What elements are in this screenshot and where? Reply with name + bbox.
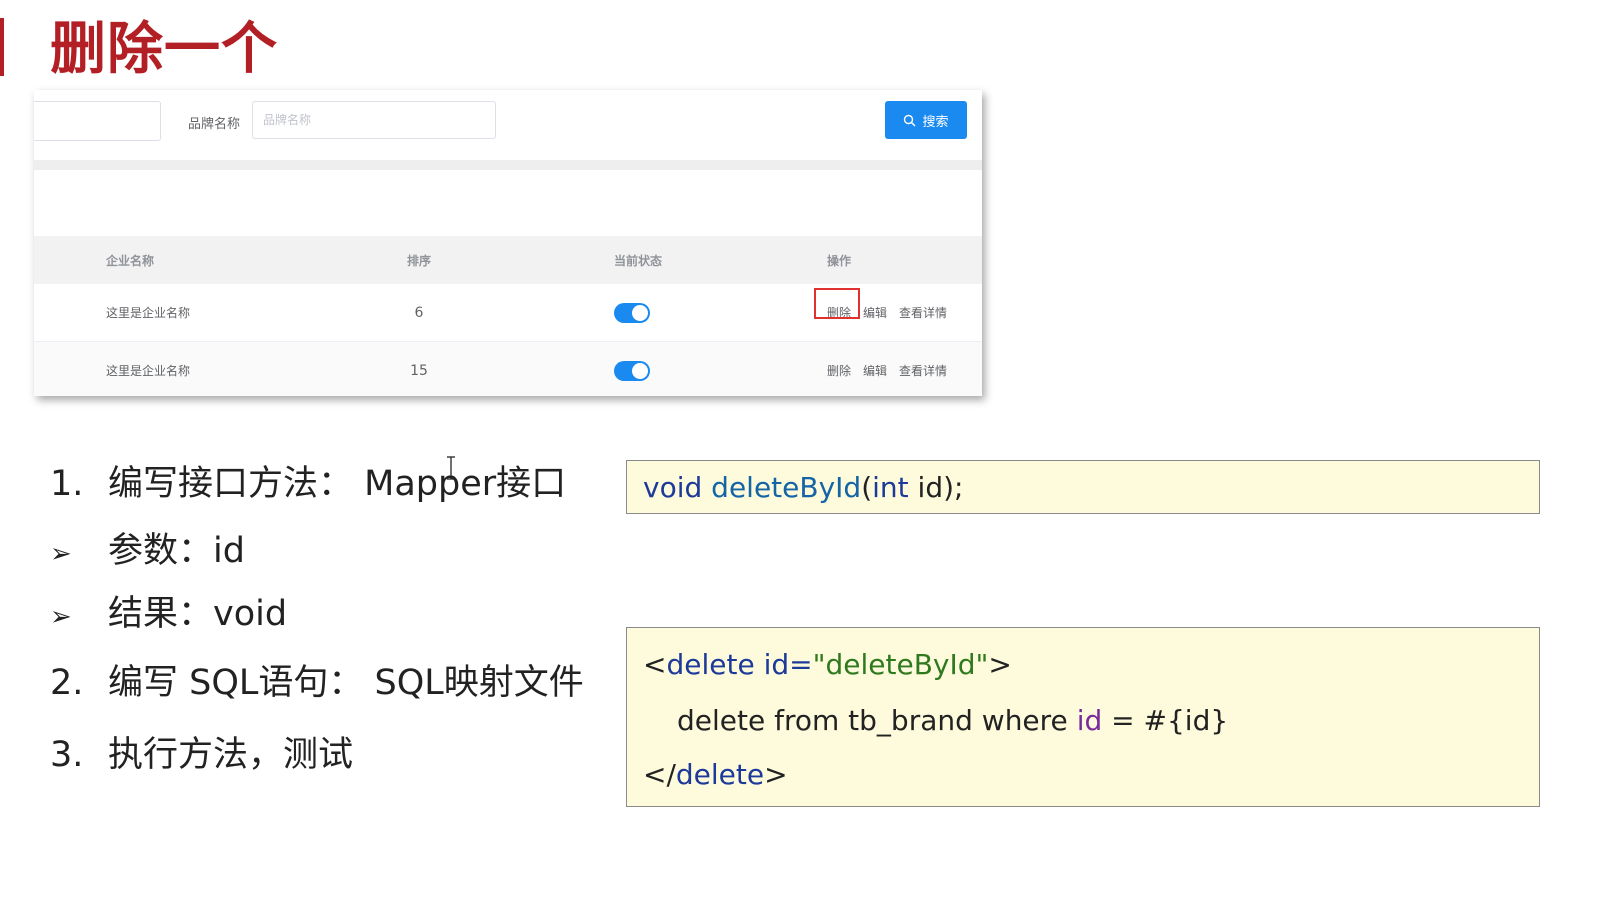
code-punct: < [643,648,667,681]
status-toggle[interactable] [614,302,650,323]
step-item: 2. 编写 SQL语句： SQL映射文件 [50,659,584,707]
view-details-link[interactable]: 查看详情 [899,304,947,321]
step-number: 3. [50,735,84,775]
code-keyword: void [643,470,703,504]
code-string: "deleteById" [812,648,989,681]
header-sort: 排序 [406,253,431,268]
code-method-name: deleteById [711,470,862,504]
step-text: 结果：void [108,594,288,634]
sort-cell: 15 [410,362,428,379]
header-operations: 操作 [827,253,852,268]
brand-management-app: 品牌名称 搜索 企业名称 排序 当前状态 操作 这里是企业名称 6 删除 [34,90,982,396]
search-form: 品牌名称 搜索 [34,90,982,160]
brand-name-label: 品牌名称 [188,117,241,132]
title-accent-bar [0,18,4,76]
code-keyword: int [872,470,909,504]
code-line: <delete id="deleteById"> [643,648,1012,681]
operations-cell: 删除 编辑 查看详情 [827,342,947,396]
code-tag: delete [675,758,765,791]
sql-mapping-code: <delete id="deleteById"> delete from tb_… [626,627,1540,807]
table-row: 这里是企业名称 15 删除 编辑 查看详情 [34,342,982,396]
brand-table: 企业名称 排序 当前状态 操作 这里是企业名称 6 删除 编辑 查看详情 这里是… [34,236,982,396]
delete-link[interactable]: 删除 [827,362,851,379]
step-number: 1. [50,464,84,504]
search-button-label: 搜索 [922,114,949,130]
code-punct: > [764,758,788,791]
step-number: 2. [50,663,84,703]
table-row: 这里是企业名称 6 删除 编辑 查看详情 [34,284,982,342]
code-tag: delete [666,648,755,681]
code-line: delete from tb_brand where id = #{id} [677,704,1228,737]
step-text: 参数：id [108,531,245,571]
step-item: ➢ 参数：id [50,527,245,578]
sort-cell: 6 [414,304,424,321]
toggle-knob [632,304,648,321]
slide-title: 删除一个 [50,17,278,82]
arrow-bullet-icon: ➢ [50,602,72,632]
arrow-bullet-icon: ➢ [50,539,72,569]
company-name-cell: 这里是企业名称 [106,364,191,378]
table-header: 企业名称 排序 当前状态 操作 [34,236,982,284]
code-punct: > [988,648,1012,681]
view-details-link[interactable]: 查看详情 [899,362,947,379]
section-divider [34,160,982,170]
edit-link[interactable]: 编辑 [863,304,887,321]
toggle-knob [632,362,648,379]
code-text: delete from tb_brand where [677,704,1077,737]
status-toggle[interactable] [614,360,650,381]
header-company-name: 企业名称 [106,253,155,268]
code-punct: ( [861,470,873,504]
delete-highlight-box [814,288,860,319]
step-text: 编写接口方法： Mapper接口 [108,464,567,504]
toolbar-area [34,170,982,236]
code-rest: id); [908,470,964,504]
status-cell [614,284,650,341]
step-text: 编写 SQL语句： SQL映射文件 [108,663,584,703]
code-attr: id= [754,648,813,681]
header-status: 当前状态 [614,253,663,268]
company-name-cell: 这里是企业名称 [106,306,191,320]
search-button[interactable]: 搜索 [885,101,967,139]
partial-search-input[interactable] [34,101,161,141]
brand-name-input[interactable] [252,101,496,139]
code-line: </delete> [643,758,788,791]
code-variable: id [1076,704,1103,737]
search-icon [903,114,916,127]
step-item: ➢ 结果：void [50,590,287,641]
step-item: 1. 编写接口方法： Mapper接口 [50,460,566,508]
code-punct: </ [643,758,676,791]
interface-method-code: void deleteById(int id); [626,460,1540,514]
step-text: 执行方法，测试 [108,735,354,775]
status-cell [614,342,650,396]
code-text: = #{id} [1102,704,1229,737]
edit-link[interactable]: 编辑 [863,362,887,379]
step-item: 3. 执行方法，测试 [50,731,353,779]
